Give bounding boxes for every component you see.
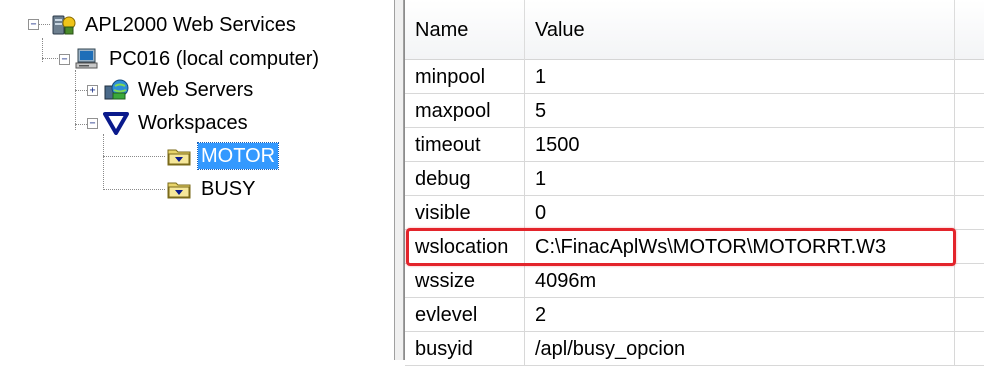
empty-cell (955, 94, 984, 128)
name-cell: busyid (405, 332, 525, 366)
column-header-empty (955, 0, 984, 60)
value-cell: C:\FinacAplWs\MOTOR\MOTORRT.W3 (525, 230, 955, 264)
tree-node-label: BUSY (201, 178, 256, 200)
tree-node-label: APL2000 Web Services (85, 14, 296, 36)
tree-connector (103, 156, 165, 157)
column-header-name[interactable]: Name (405, 0, 525, 60)
tree-node-motor[interactable]: MOTOR (166, 141, 280, 171)
name-cell: timeout (405, 128, 525, 162)
name-cell: wssize (405, 264, 525, 298)
table-row[interactable]: maxpool 5 (405, 94, 984, 128)
tree-view[interactable]: − − + − APL2000 Web Services PC016 (loca (0, 0, 394, 360)
empty-cell (955, 128, 984, 162)
tree-node-label: Workspaces (138, 112, 248, 134)
table-row[interactable]: timeout 1500 (405, 128, 984, 162)
empty-cell (955, 162, 984, 196)
tree-node-apl2000-web-services[interactable]: APL2000 Web Services (50, 10, 299, 40)
list-header: Name Value (405, 0, 984, 60)
properties-list[interactable]: Name Value minpool 1 maxpool 5 timeout 1… (404, 0, 984, 366)
tree-node-pc016[interactable]: PC016 (local computer) (74, 44, 322, 74)
collapse-expander[interactable]: − (59, 54, 70, 65)
table-row[interactable]: wssize 4096m (405, 264, 984, 298)
table-row-wslocation[interactable]: wslocation C:\FinacAplWs\MOTOR\MOTORRT.W… (405, 230, 984, 264)
folder-icon (166, 144, 192, 168)
value-cell: 1500 (525, 128, 955, 162)
tree-node-web-servers[interactable]: Web Servers (103, 75, 256, 105)
tree-connector (75, 90, 87, 91)
tree-connector (103, 134, 104, 190)
empty-cell (955, 264, 984, 298)
triangle-down-icon (103, 111, 129, 135)
empty-cell (955, 60, 984, 94)
tree-connector (42, 58, 58, 59)
empty-cell (955, 332, 984, 366)
table-row[interactable]: evlevel 2 (405, 298, 984, 332)
table-row[interactable]: busyid /apl/busy_opcion (405, 332, 984, 366)
pane-splitter[interactable] (394, 0, 404, 360)
table-row[interactable]: minpool 1 (405, 60, 984, 94)
tree-node-busy[interactable]: BUSY (166, 174, 258, 204)
value-cell: 5 (525, 94, 955, 128)
name-cell: visible (405, 196, 525, 230)
tree-connector (75, 124, 87, 125)
name-cell: evlevel (405, 298, 525, 332)
tree-connector (75, 70, 76, 130)
folder-icon (166, 177, 192, 201)
value-cell: 2 (525, 298, 955, 332)
name-cell: minpool (405, 60, 525, 94)
empty-cell (955, 196, 984, 230)
empty-cell (955, 298, 984, 332)
computer-icon (74, 47, 100, 71)
empty-cell (955, 230, 984, 264)
value-cell: 1 (525, 60, 955, 94)
globe-network-icon (103, 78, 129, 102)
value-cell: 1 (525, 162, 955, 196)
collapse-expander[interactable]: − (28, 19, 39, 30)
value-cell: /apl/busy_opcion (525, 332, 955, 366)
expand-expander[interactable]: + (87, 85, 98, 96)
tree-node-label: PC016 (local computer) (109, 48, 320, 70)
value-cell: 0 (525, 196, 955, 230)
table-row[interactable]: visible 0 (405, 196, 984, 230)
name-cell: debug (405, 162, 525, 196)
table-row[interactable]: debug 1 (405, 162, 984, 196)
name-cell: wslocation (405, 230, 525, 264)
tree-node-workspaces[interactable]: Workspaces (103, 108, 251, 138)
column-header-value[interactable]: Value (525, 0, 955, 60)
tree-node-label: MOTOR (196, 142, 280, 170)
server-icon (50, 13, 76, 37)
value-cell: 4096m (525, 264, 955, 298)
tree-connector (103, 189, 165, 190)
collapse-expander[interactable]: − (87, 118, 98, 129)
name-cell: maxpool (405, 94, 525, 128)
tree-node-label: Web Servers (138, 79, 254, 101)
